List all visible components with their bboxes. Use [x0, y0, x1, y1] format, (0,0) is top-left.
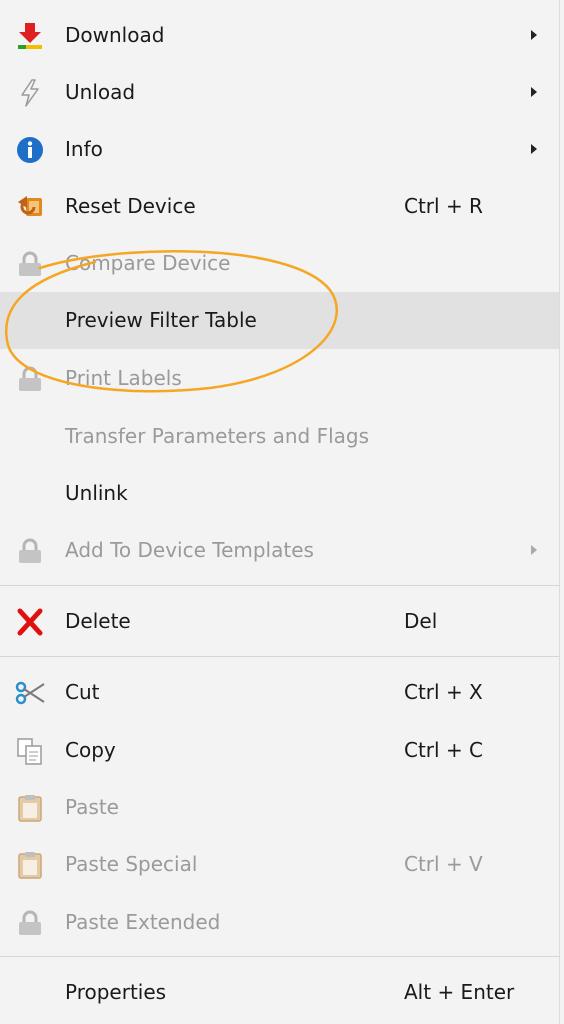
submenu-arrow-icon	[531, 545, 537, 555]
menu-item-properties[interactable]: Properties Alt + Enter	[0, 964, 559, 1021]
menu-item-label: Delete	[65, 609, 131, 633]
menu-item-paste[interactable]: Paste	[0, 779, 559, 836]
context-menu: Download Unload Info Reset Device Ctrl +…	[0, 0, 560, 1024]
menu-item-unlink[interactable]: Unlink	[0, 465, 559, 522]
menu-item-copy[interactable]: Copy Ctrl + C	[0, 722, 559, 779]
shortcut-label: Ctrl + C	[404, 738, 484, 762]
shortcut-label: Alt + Enter	[404, 980, 515, 1004]
shortcut-label: Ctrl + R	[404, 194, 483, 218]
submenu-arrow-icon	[531, 30, 537, 40]
lock-icon	[14, 536, 46, 566]
menu-item-paste-extended[interactable]: Paste Extended	[0, 894, 559, 951]
menu-item-label: Info	[65, 137, 103, 161]
shortcut-label: Ctrl + X	[404, 680, 483, 704]
menu-item-label: Unlink	[65, 481, 128, 505]
submenu-arrow-icon	[531, 87, 537, 97]
menu-item-download[interactable]: Download	[0, 7, 559, 64]
menu-separator	[0, 585, 559, 586]
menu-item-label: Add To Device Templates	[65, 538, 314, 562]
download-icon	[14, 21, 46, 51]
delete-x-icon	[14, 607, 46, 637]
reset-icon	[14, 192, 46, 222]
clipboard-icon	[14, 850, 46, 880]
menu-item-label: Copy	[65, 738, 116, 762]
menu-item-label: Paste Extended	[65, 910, 221, 934]
menu-item-print-labels[interactable]: Print Labels	[0, 350, 559, 407]
menu-item-label: Transfer Parameters and Flags	[65, 424, 370, 448]
menu-item-label: Download	[65, 23, 165, 47]
menu-item-label: Unload	[65, 80, 136, 104]
menu-item-add-to-device-templates[interactable]: Add To Device Templates	[0, 522, 559, 579]
menu-item-transfer-parameters-and-flags[interactable]: Transfer Parameters and Flags	[0, 408, 559, 465]
menu-item-cut[interactable]: Cut Ctrl + X	[0, 664, 559, 721]
copy-icon	[14, 736, 46, 766]
menu-separator	[0, 656, 559, 657]
menu-item-label: Reset Device	[65, 194, 196, 218]
menu-item-preview-filter-table[interactable]: Preview Filter Table	[0, 292, 559, 349]
menu-item-label: Compare Device	[65, 251, 231, 275]
menu-item-info[interactable]: Info	[0, 121, 559, 178]
menu-item-label: Paste Special	[65, 852, 198, 876]
shortcut-label: Ctrl + V	[404, 852, 483, 876]
menu-item-paste-special[interactable]: Paste Special Ctrl + V	[0, 836, 559, 893]
clipboard-icon	[14, 793, 46, 823]
menu-separator	[0, 956, 559, 957]
menu-item-label: Print Labels	[65, 366, 182, 390]
menu-item-unload[interactable]: Unload	[0, 64, 559, 121]
info-icon	[14, 135, 46, 165]
menu-item-label: Properties	[65, 980, 167, 1004]
menu-item-reset-device[interactable]: Reset Device Ctrl + R	[0, 178, 559, 235]
lock-icon	[14, 908, 46, 938]
lightning-icon	[14, 78, 46, 108]
lock-icon	[14, 364, 46, 394]
menu-item-label: Cut	[65, 680, 100, 704]
menu-item-delete[interactable]: Delete Del	[0, 593, 559, 650]
menu-item-label: Paste	[65, 795, 119, 819]
shortcut-label: Del	[404, 609, 438, 633]
submenu-arrow-icon	[531, 144, 537, 154]
lock-icon	[14, 249, 46, 279]
scissors-icon	[14, 678, 46, 708]
menu-item-compare-device[interactable]: Compare Device	[0, 235, 559, 292]
menu-item-label: Preview Filter Table	[65, 308, 257, 332]
